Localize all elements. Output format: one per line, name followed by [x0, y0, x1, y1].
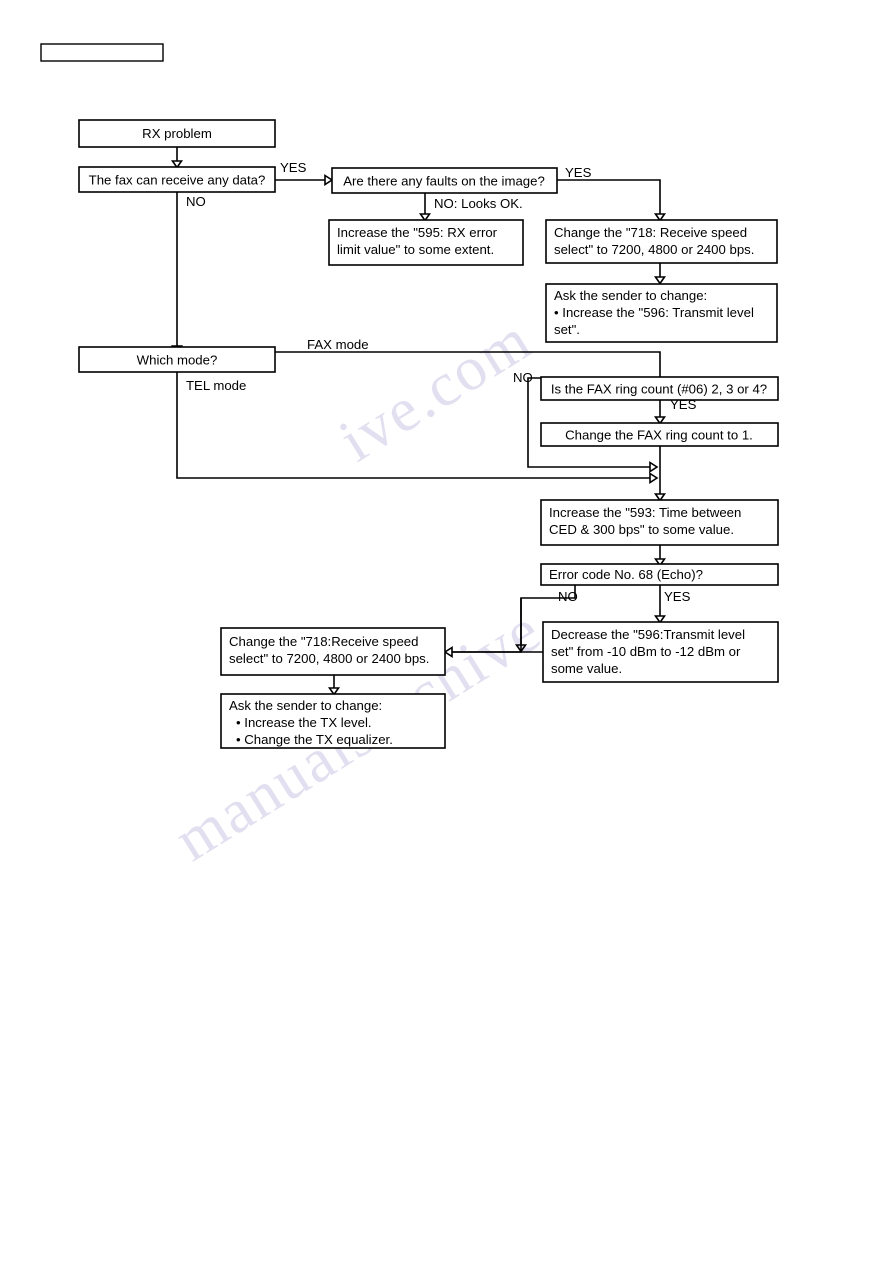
- node-decrease-596-line3: some value.: [551, 661, 622, 676]
- node-change-ring-count: Change the FAX ring count to 1.: [540, 422, 779, 447]
- node-fax-ring-count: Is the FAX ring count (#06) 2, 3 or 4?: [540, 376, 779, 401]
- node-change-718-top: Change the "718: Receive speed select" t…: [545, 219, 778, 264]
- node-error-code-68-label: Error code No. 68 (Echo)?: [549, 567, 703, 582]
- edge-label-echo-no: NO: [558, 589, 578, 604]
- node-increase-595: Increase the "595: RX error limit value"…: [328, 219, 524, 266]
- node-can-receive-data: The fax can receive any data?: [78, 166, 276, 193]
- edge-label-ringcount-no: NO: [513, 370, 533, 385]
- node-decrease-596: Decrease the "596:Transmit level set" fr…: [542, 621, 779, 683]
- edge-label-canreceive-yes: YES: [280, 160, 307, 175]
- node-decrease-596-line2: set" from -10 dBm to -12 dBm or: [551, 644, 741, 659]
- node-rx-problem: RX problem: [78, 119, 276, 148]
- node-which-mode-label: Which mode?: [137, 353, 218, 368]
- node-ask-sender-tx: Ask the sender to change: • Increase the…: [220, 693, 446, 749]
- node-change-718-top-line1: Change the "718: Receive speed: [554, 225, 747, 240]
- node-increase-595-line2: limit value" to some extent.: [337, 242, 494, 257]
- connector-faults-yes: [557, 179, 661, 214]
- node-ask-sender-596: Ask the sender to change: • Increase the…: [545, 283, 778, 343]
- node-ask-sender-tx-line2: • Increase the TX level.: [236, 715, 372, 730]
- arrowhead-echo-no: [443, 646, 453, 658]
- node-increase-593: Increase the "593: Time between CED & 30…: [540, 499, 779, 546]
- edge-label-mode-fax: FAX mode: [307, 337, 369, 352]
- node-faults-on-image: Are there any faults on the image?: [331, 167, 558, 194]
- node-decrease-596-line1: Decrease the "596:Transmit level: [551, 627, 745, 642]
- edge-label-mode-tel: TEL mode: [186, 378, 246, 393]
- arrowhead-mode-tel: [649, 472, 659, 484]
- flowchart-diagram: YES NO YES NO: Looks OK. FAX mode TEL mo…: [40, 43, 779, 749]
- connector-mode-fax: [275, 351, 661, 378]
- node-change-718-bottom: Change the "718:Receive speed select" to…: [220, 627, 446, 676]
- node-increase-595-line1: Increase the "595: RX error: [337, 225, 498, 240]
- arrowhead-canreceive-yes: [324, 174, 334, 186]
- arrowhead-ringcount-no: [649, 461, 659, 473]
- edge-label-canreceive-no: NO: [186, 194, 206, 209]
- node-error-code-68: Error code No. 68 (Echo)?: [540, 563, 779, 586]
- page-canvas: ive.com manualsarchive: [0, 0, 893, 1263]
- node-change-718-bottom-line1: Change the "718:Receive speed: [229, 634, 418, 649]
- node-rx-problem-label: RX problem: [142, 126, 212, 141]
- node-can-receive-data-label: The fax can receive any data?: [89, 173, 266, 188]
- edge-label-faults-yes: YES: [565, 165, 592, 180]
- edge-label-faults-no: NO: Looks OK.: [434, 196, 523, 211]
- node-which-mode: Which mode?: [78, 346, 276, 373]
- node-increase-593-line2: CED & 300 bps" to some value.: [549, 522, 734, 537]
- node-ask-sender-tx-line1: Ask the sender to change:: [229, 698, 382, 713]
- node-change-718-bottom-line2: select" to 7200, 4800 or 2400 bps.: [229, 651, 429, 666]
- node-ask-sender-596-line3: set".: [554, 322, 580, 337]
- header-label-box: [40, 43, 164, 62]
- node-ask-sender-tx-line3: • Change the TX equalizer.: [236, 732, 393, 747]
- node-change-ring-count-label: Change the FAX ring count to 1.: [565, 428, 753, 443]
- node-ask-sender-596-line2: • Increase the "596: Transmit level: [554, 305, 754, 320]
- node-increase-593-line1: Increase the "593: Time between: [549, 505, 741, 520]
- node-faults-on-image-label: Are there any faults on the image?: [343, 174, 545, 189]
- arrowhead-718top-to-asksender: [653, 276, 667, 285]
- node-ask-sender-596-line1: Ask the sender to change:: [554, 288, 707, 303]
- edge-label-echo-yes: YES: [664, 589, 691, 604]
- node-change-718-top-line2: select" to 7200, 4800 or 2400 bps.: [554, 242, 754, 257]
- node-fax-ring-count-label: Is the FAX ring count (#06) 2, 3 or 4?: [551, 382, 767, 397]
